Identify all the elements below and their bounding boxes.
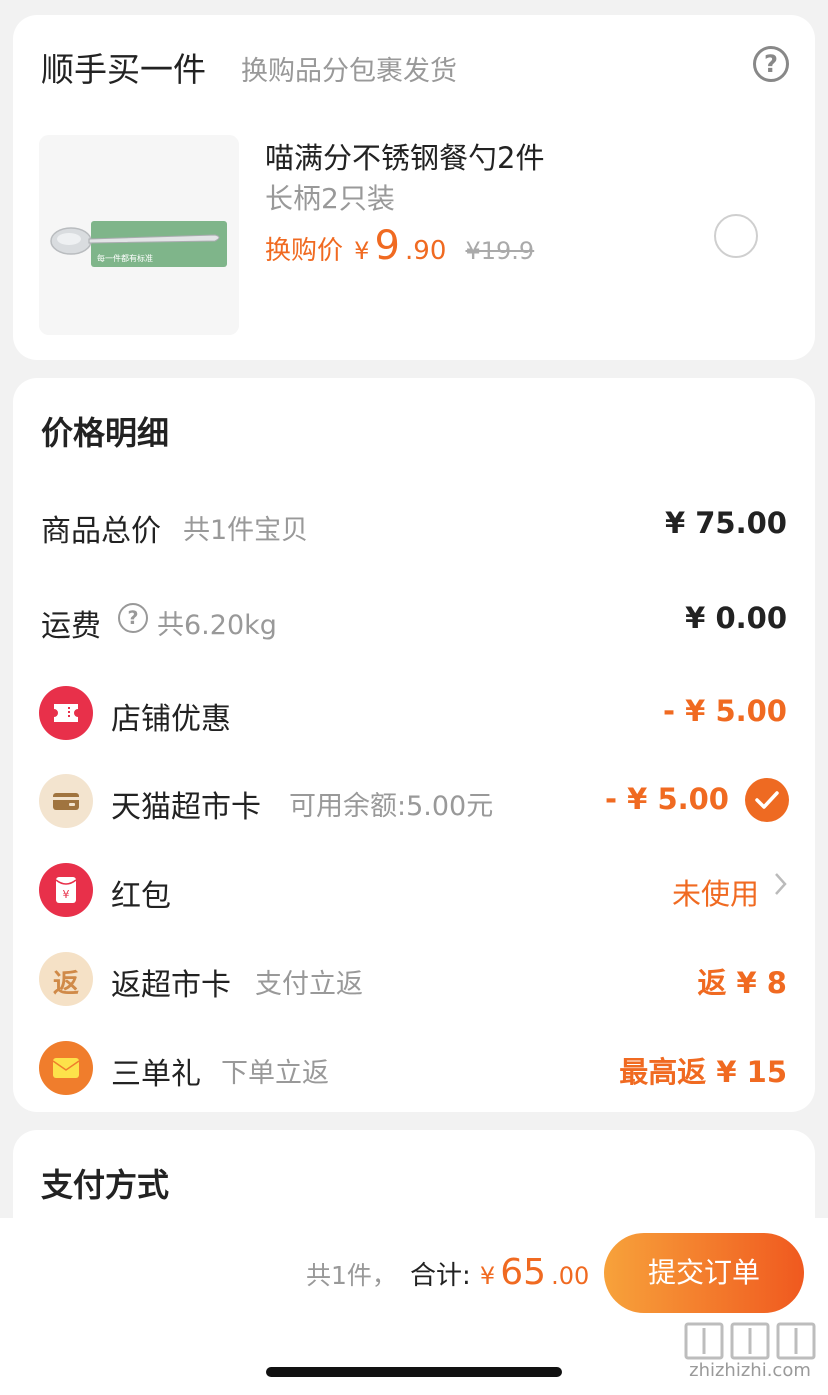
row-sub: 支付立返 — [255, 969, 363, 1000]
row-value: - ¥ 5.00 — [605, 782, 729, 816]
row-store-discount: 店铺优惠 - ¥ 5.00 — [13, 682, 815, 742]
row-supermarket-card[interactable]: 天猫超市卡 可用余额:5.00元 - ¥ 5.00 — [13, 770, 815, 830]
row-shipping: 运费 ? 共6.20kg ¥ 0.00 — [13, 589, 815, 649]
row-rebate-card: 返 返超市卡 支付立返 返 ¥ 8 — [13, 948, 815, 1008]
select-radio-button[interactable] — [714, 214, 758, 258]
row-label: 返超市卡 — [111, 968, 231, 1003]
row-value: - ¥ 5.00 — [663, 694, 787, 728]
row-value: 未使用 — [671, 877, 759, 911]
red-packet-icon: ¥ — [39, 863, 93, 917]
check-icon[interactable] — [745, 778, 789, 822]
total-currency: ¥ — [479, 1262, 496, 1290]
total-integer: 65 — [500, 1252, 547, 1293]
row-value: 返 ¥ 8 — [697, 966, 787, 1000]
original-price: ¥19.9 — [465, 237, 535, 265]
item-count: 共1件， — [306, 1261, 397, 1290]
question-circle-icon[interactable]: ? — [118, 603, 148, 633]
addon-subtitle: 换购品分包裹发货 — [241, 56, 457, 87]
spoon-product-image: 每一件都有标准 — [39, 135, 239, 335]
price-detail-title: 价格明细 — [41, 414, 170, 452]
row-value: 最高返 ¥ 15 — [619, 1055, 787, 1089]
row-sub: 可用余额:5.00元 — [289, 791, 494, 822]
price-decimal: .90 — [405, 236, 447, 266]
row-sub: 下单立返 — [221, 1058, 329, 1089]
row-label: 商品总价 — [41, 514, 161, 549]
submit-order-button[interactable]: 提交订单 — [604, 1233, 804, 1313]
product-price-row: 换购价 ¥ 9 .90 ¥19.9 — [265, 223, 534, 269]
price-currency: ¥ — [354, 237, 370, 265]
coupon-icon — [39, 686, 93, 740]
svg-text:¥: ¥ — [63, 888, 70, 901]
product-name: 喵满分不锈钢餐勺2件 — [265, 141, 545, 175]
row-three-order-gift: 三单礼 下单立返 最高返 ¥ 15 — [13, 1037, 815, 1097]
addon-card: 顺手买一件 换购品分包裹发货 ? 每一件都有标准 喵满分不锈钢餐勺2件 长柄2只… — [13, 15, 815, 360]
payment-title: 支付方式 — [41, 1166, 170, 1204]
chevron-right-icon — [773, 869, 789, 907]
row-sub: 共1件宝贝 — [183, 515, 309, 546]
row-label: 红包 — [111, 879, 171, 914]
row-value: ¥ 0.00 — [685, 601, 787, 635]
watermark-logo: zhizhizhi.com — [680, 1318, 820, 1388]
envelope-icon — [39, 1041, 93, 1095]
row-value: ¥ 75.00 — [664, 506, 787, 540]
product-spec: 长柄2只装 — [265, 182, 395, 215]
total-decimal: .00 — [551, 1262, 590, 1290]
row-sub: 共6.20kg — [157, 610, 277, 641]
addon-title: 顺手买一件 — [41, 50, 206, 89]
row-label: 运费 — [41, 609, 101, 644]
question-circle-icon[interactable]: ? — [753, 46, 789, 82]
order-total: 共1件， 合计: ¥ 65 .00 — [306, 1252, 589, 1293]
image-caption: 每一件都有标准 — [97, 253, 153, 263]
row-label: 三单礼 — [111, 1057, 201, 1092]
price-detail-card: 价格明细 商品总价 共1件宝贝 ¥ 75.00 运费 ? 共6.20kg ¥ 0… — [13, 378, 815, 1112]
watermark-text: zhizhizhi.com — [689, 1360, 811, 1381]
price-label: 换购价 — [265, 236, 344, 266]
product-thumbnail[interactable]: 每一件都有标准 — [39, 135, 239, 335]
total-label: 合计: — [410, 1261, 471, 1291]
row-goods-total: 商品总价 共1件宝贝 ¥ 75.00 — [13, 494, 815, 554]
price-integer: 9 — [374, 223, 400, 269]
home-indicator — [266, 1367, 562, 1377]
card-icon — [39, 774, 93, 828]
row-label: 天猫超市卡 — [111, 790, 261, 825]
rebate-icon-text: 返 — [52, 969, 79, 999]
row-red-packet[interactable]: ¥ 红包 未使用 — [13, 859, 815, 919]
row-label: 店铺优惠 — [111, 702, 231, 737]
rebate-icon: 返 — [39, 952, 93, 1006]
